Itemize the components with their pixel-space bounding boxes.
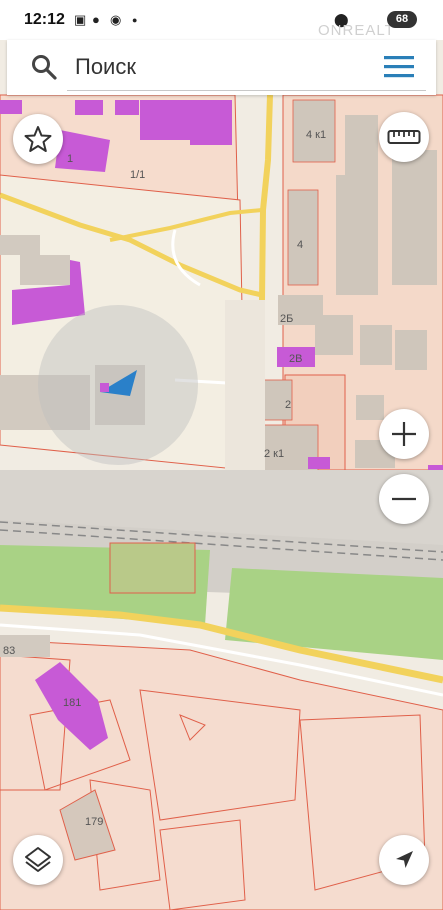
screenshot-icon: ▣ (74, 12, 87, 27)
building-label: 179 (85, 816, 103, 828)
search-underline (67, 90, 426, 91)
building-label: 2Б (280, 313, 293, 325)
eye-icon: ◉ (110, 12, 122, 27)
minus-icon (392, 497, 416, 501)
building-label: 83 (3, 645, 15, 657)
building-label: 2В (289, 353, 302, 365)
building-label: 2 (285, 399, 291, 411)
watermark-text: ONREALT (318, 22, 395, 39)
highlight-building (115, 100, 139, 115)
status-time: 12:12 (24, 11, 65, 28)
battery-indicator: 68 (387, 11, 417, 28)
favorite-button[interactable] (13, 114, 63, 164)
plus-icon (392, 422, 416, 446)
building-label: 4 к1 (306, 129, 326, 141)
highlight-building (0, 100, 22, 114)
building-label: 4 (297, 239, 303, 251)
highlight-building (75, 100, 103, 115)
highlight-building (190, 100, 232, 145)
status-bar: 12:12 ▣ ● ◉ ● ⬤ ONREALT 68 (0, 0, 443, 40)
building-label: 2 к1 (264, 448, 284, 460)
ruler-icon (387, 130, 421, 144)
star-icon (24, 126, 52, 152)
highlight-building (308, 457, 330, 469)
search-icon[interactable] (31, 54, 57, 80)
zoom-in-button[interactable] (379, 409, 429, 459)
search-input[interactable]: Поиск (75, 52, 395, 82)
zoom-out-button[interactable] (379, 474, 429, 524)
ruler-button[interactable] (379, 112, 429, 162)
building-label: 181 (63, 697, 81, 709)
dot-icon: ● (132, 15, 138, 25)
highlight-building (140, 100, 195, 140)
my-location-button[interactable] (379, 835, 429, 885)
layers-icon (25, 847, 51, 872)
building-label: 1 (67, 153, 73, 165)
building-label: 1/1 (130, 169, 145, 181)
navigation-arrow-icon (396, 851, 413, 868)
menu-icon[interactable] (384, 56, 414, 78)
search-bar: Поиск (7, 40, 436, 95)
layers-button[interactable] (13, 835, 63, 885)
chat-icon: ● (92, 12, 100, 27)
map-canvas[interactable]: 1 1/1 4 к1 4 2Б 2В 2 2 к1 83 181 179 (0, 0, 443, 910)
